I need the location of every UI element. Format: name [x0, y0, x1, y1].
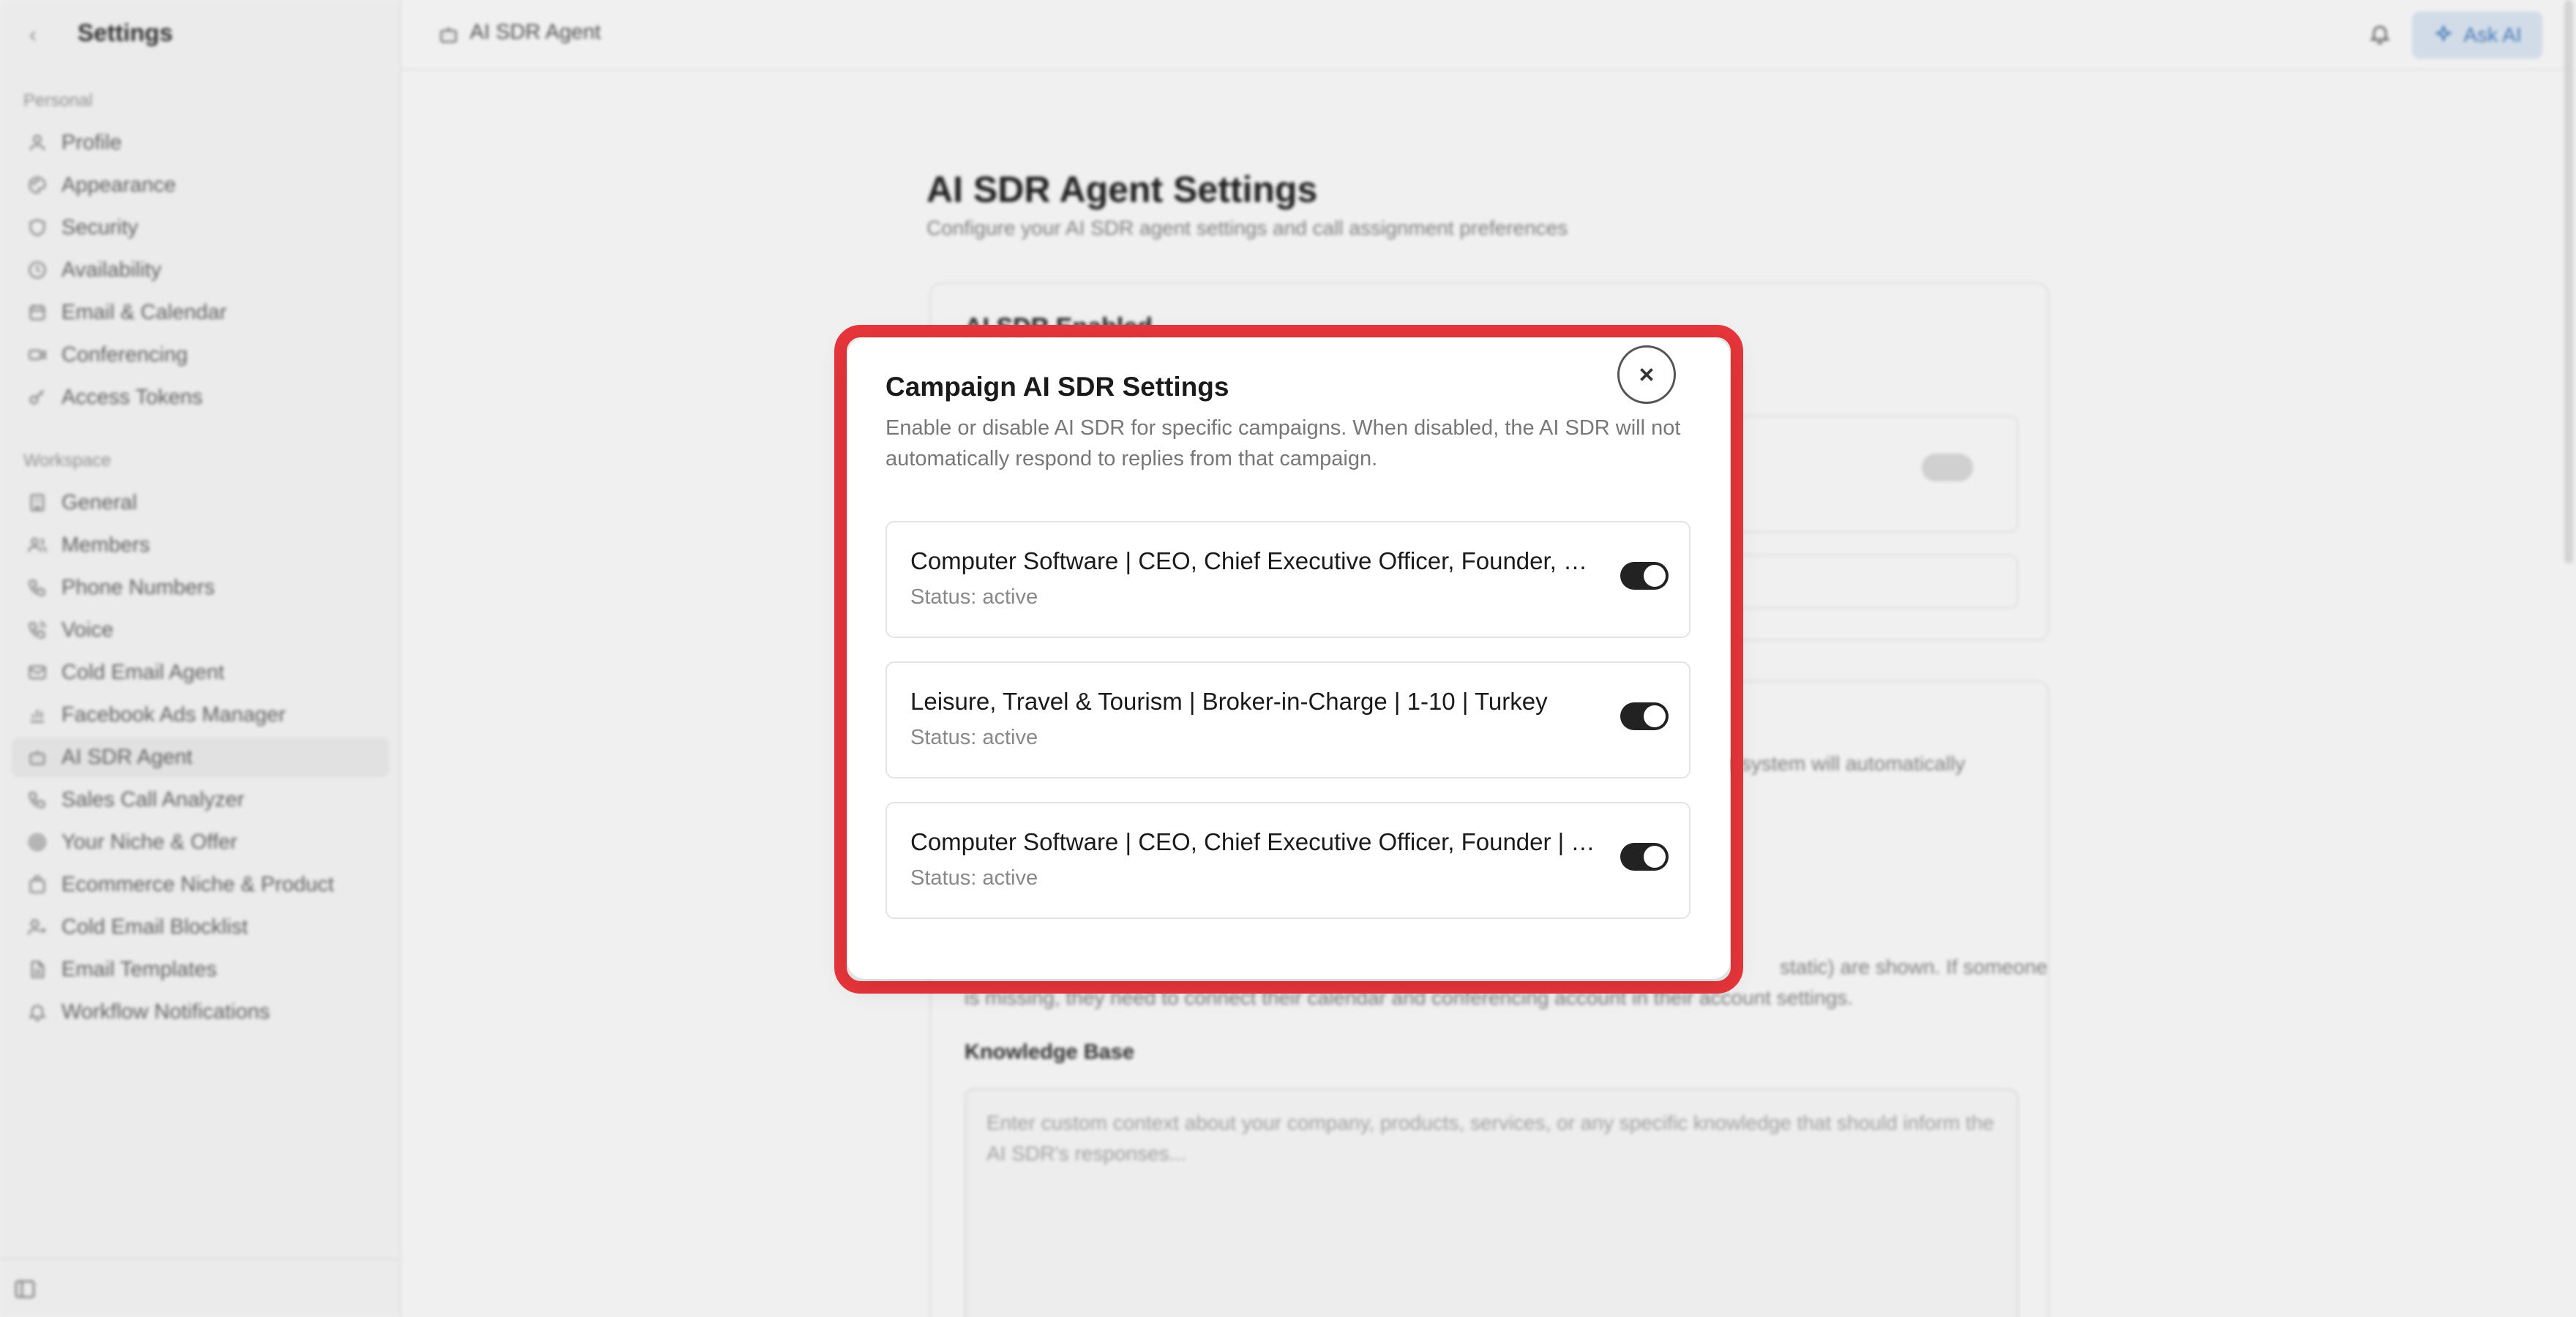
campaign-toggle[interactable]	[1620, 702, 1669, 730]
modal-title: Campaign AI SDR Settings	[886, 372, 1229, 402]
toggle-knob	[1644, 705, 1666, 727]
campaign-row: Leisure, Travel & Tourism | Broker-in-Ch…	[886, 661, 1690, 778]
campaign-name: Computer Software | CEO, Chief Executive…	[910, 547, 1598, 574]
toggle-knob	[1644, 565, 1666, 587]
close-icon	[1640, 368, 1653, 381]
campaign-row: Computer Software | CEO, Chief Executive…	[886, 521, 1690, 638]
campaign-row: Computer Software | CEO, Chief Executive…	[886, 802, 1690, 919]
campaign-toggle[interactable]	[1620, 843, 1669, 871]
campaign-name: Computer Software | CEO, Chief Executive…	[910, 828, 1598, 855]
campaign-toggle[interactable]	[1620, 562, 1669, 590]
close-button[interactable]	[1617, 345, 1676, 404]
modal-description: Enable or disable AI SDR for specific ca…	[886, 416, 1681, 470]
campaign-status: Status: active	[910, 585, 1038, 609]
toggle-knob	[1644, 846, 1666, 868]
campaign-status: Status: active	[910, 866, 1038, 890]
campaign-status: Status: active	[910, 726, 1038, 749]
campaign-name: Leisure, Travel & Tourism | Broker-in-Ch…	[910, 688, 1548, 715]
campaign-ai-sdr-modal: Campaign AI SDR Settings Enable or disab…	[847, 338, 1730, 979]
